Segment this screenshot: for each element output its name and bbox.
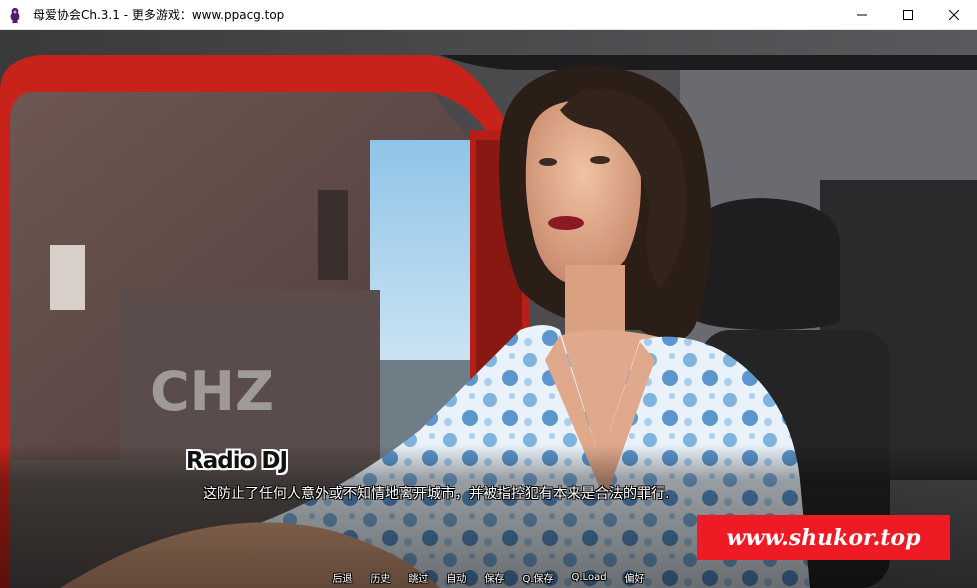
maximize-icon <box>903 10 913 20</box>
quick-menu-skip[interactable]: 跳过 <box>399 570 437 585</box>
quick-menu-quick-load[interactable]: Q.Load <box>563 572 616 583</box>
minimize-icon <box>857 14 867 16</box>
quick-menu-history[interactable]: 历史 <box>361 570 399 585</box>
close-button[interactable] <box>931 0 977 30</box>
maximize-button[interactable] <box>885 0 931 30</box>
watermark-text: www.shukor.top <box>726 524 921 551</box>
game-app-icon <box>9 7 23 23</box>
quick-menu-quick-save[interactable]: Q.保存 <box>513 570 562 585</box>
window-title: 母爱协会Ch.3.1 - 更多游戏：www.ppacg.top <box>33 8 285 22</box>
dialogue-text: 这防止了任何人意外或不知情地离开城市，并被指控犯有本来是合法的罪行. <box>203 486 670 502</box>
quick-menu-back[interactable]: 后退 <box>323 570 361 585</box>
quick-menu-prefs[interactable]: 偏好 <box>616 570 654 585</box>
watermark-banner: www.shukor.top <box>697 515 950 560</box>
window-title-bar: 母爱协会Ch.3.1 - 更多游戏：www.ppacg.top <box>0 0 977 30</box>
speaker-name: Radio DJ <box>186 448 288 474</box>
quick-menu-auto[interactable]: 自动 <box>437 570 475 585</box>
svg-text:CHZ: CHZ <box>150 360 274 423</box>
quick-menu: 后退 历史 跳过 自动 保存 Q.保存 Q.Load 偏好 <box>0 567 977 588</box>
quick-menu-save[interactable]: 保存 <box>475 570 513 585</box>
minimize-button[interactable] <box>839 0 885 30</box>
close-icon <box>949 10 959 20</box>
game-scene[interactable]: CHZ Radio DJ 这防止了任何人意外或不知情地离开城市，并被指控犯有本来… <box>0 30 977 588</box>
